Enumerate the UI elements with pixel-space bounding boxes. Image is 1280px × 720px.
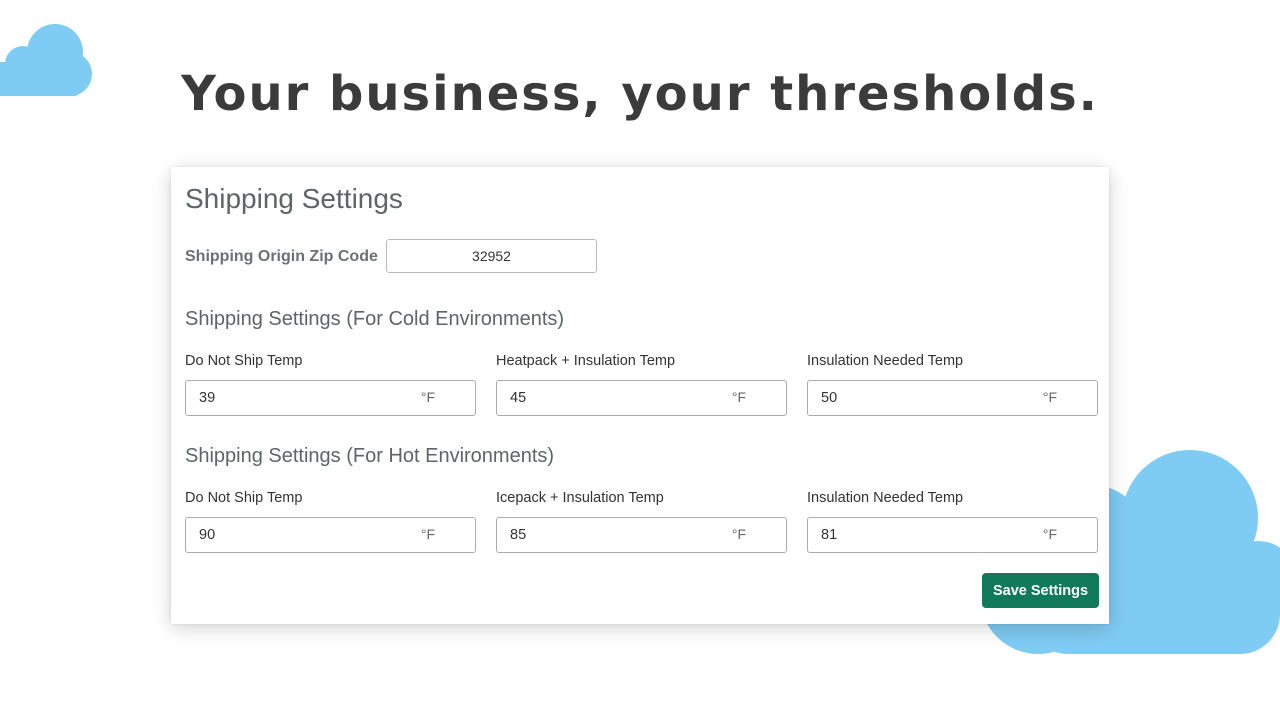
hot-section-title: Shipping Settings (For Hot Environments) [185,445,555,467]
fahrenheit-unit: °F [731,526,746,542]
fahrenheit-unit: °F [1042,389,1057,405]
save-settings-button[interactable]: Save Settings [982,573,1099,608]
headline: Your business, your thresholds. [181,66,1099,122]
fahrenheit-unit: °F [420,526,435,542]
cold-insulation-input[interactable]: 50 °F [807,380,1098,416]
hot-icepack-field: Icepack + Insulation Temp 85 °F [496,490,787,553]
zip-code-input[interactable] [386,239,597,273]
hot-do-not-ship-input[interactable]: 90 °F [185,517,476,553]
cold-heatpack-field: Heatpack + Insulation Temp 45 °F [496,353,787,416]
cold-do-not-ship-value: 39 [199,390,216,406]
cold-insulation-field: Insulation Needed Temp 50 °F [807,353,1098,416]
hot-do-not-ship-field: Do Not Ship Temp 90 °F [185,490,476,553]
cold-insulation-value: 50 [821,390,838,406]
cold-heatpack-value: 45 [510,390,527,406]
fahrenheit-unit: °F [731,389,746,405]
hot-do-not-ship-label: Do Not Ship Temp [185,490,303,506]
cold-do-not-ship-field: Do Not Ship Temp 39 °F [185,353,476,416]
hot-icepack-value: 85 [510,527,527,543]
cold-heatpack-input[interactable]: 45 °F [496,380,787,416]
fahrenheit-unit: °F [1042,526,1057,542]
hot-insulation-input[interactable]: 81 °F [807,517,1098,553]
hot-insulation-value: 81 [821,527,838,543]
zip-code-label: Shipping Origin Zip Code [185,248,378,265]
shipping-settings-panel: Shipping Settings Shipping Origin Zip Co… [171,167,1109,624]
fahrenheit-unit: °F [420,389,435,405]
hot-do-not-ship-value: 90 [199,527,216,543]
hot-icepack-label: Icepack + Insulation Temp [496,490,664,506]
cold-section-title: Shipping Settings (For Cold Environments… [185,308,565,330]
panel-title: Shipping Settings [185,183,403,214]
hot-insulation-field: Insulation Needed Temp 81 °F [807,490,1098,553]
hot-icepack-input[interactable]: 85 °F [496,517,787,553]
cold-do-not-ship-input[interactable]: 39 °F [185,380,476,416]
hot-insulation-label: Insulation Needed Temp [807,490,964,506]
cold-heatpack-label: Heatpack + Insulation Temp [496,353,676,369]
cold-do-not-ship-label: Do Not Ship Temp [185,353,303,369]
cold-insulation-label: Insulation Needed Temp [807,353,964,369]
